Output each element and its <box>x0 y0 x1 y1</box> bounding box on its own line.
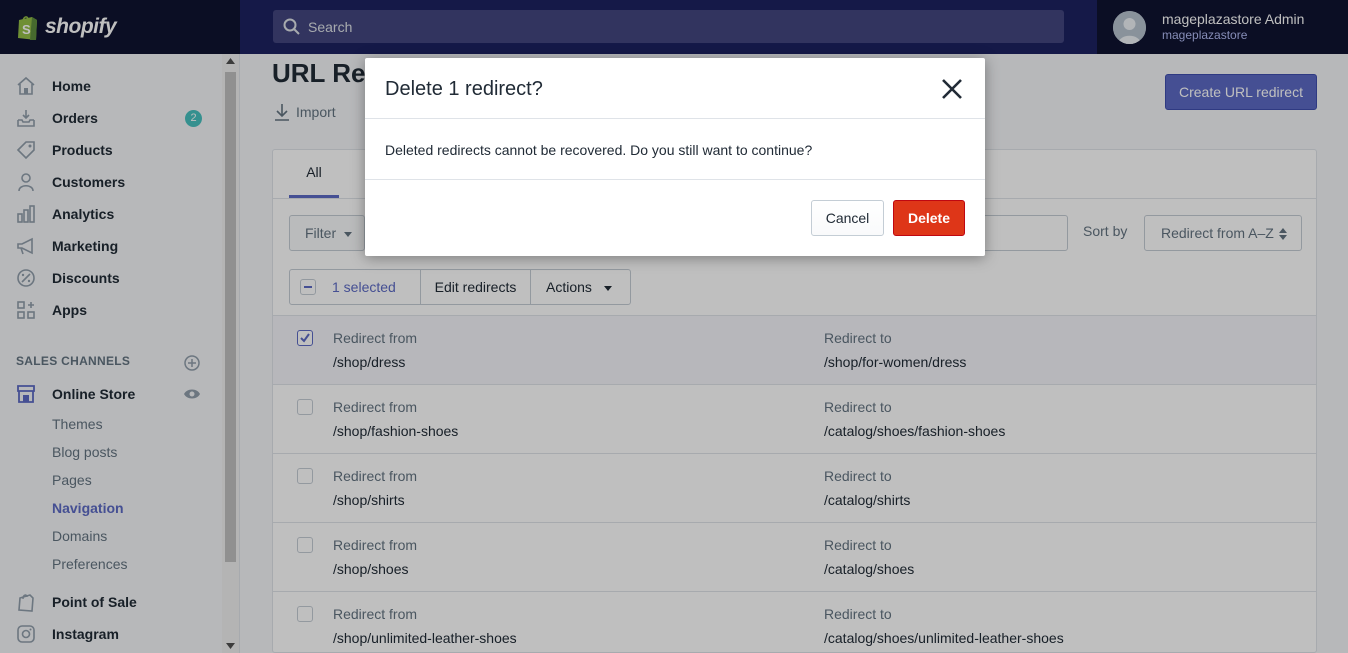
modal-message: Deleted redirects cannot be recovered. D… <box>385 142 813 158</box>
modal-header: Delete 1 redirect? <box>365 58 985 119</box>
modal-body: Deleted redirects cannot be recovered. D… <box>365 119 985 180</box>
cancel-button[interactable]: Cancel <box>811 200 884 236</box>
delete-redirect-modal: Delete 1 redirect? Deleted redirects can… <box>365 58 985 256</box>
modal-title: Delete 1 redirect? <box>385 78 543 100</box>
close-icon[interactable] <box>941 78 963 100</box>
delete-button[interactable]: Delete <box>893 200 965 236</box>
